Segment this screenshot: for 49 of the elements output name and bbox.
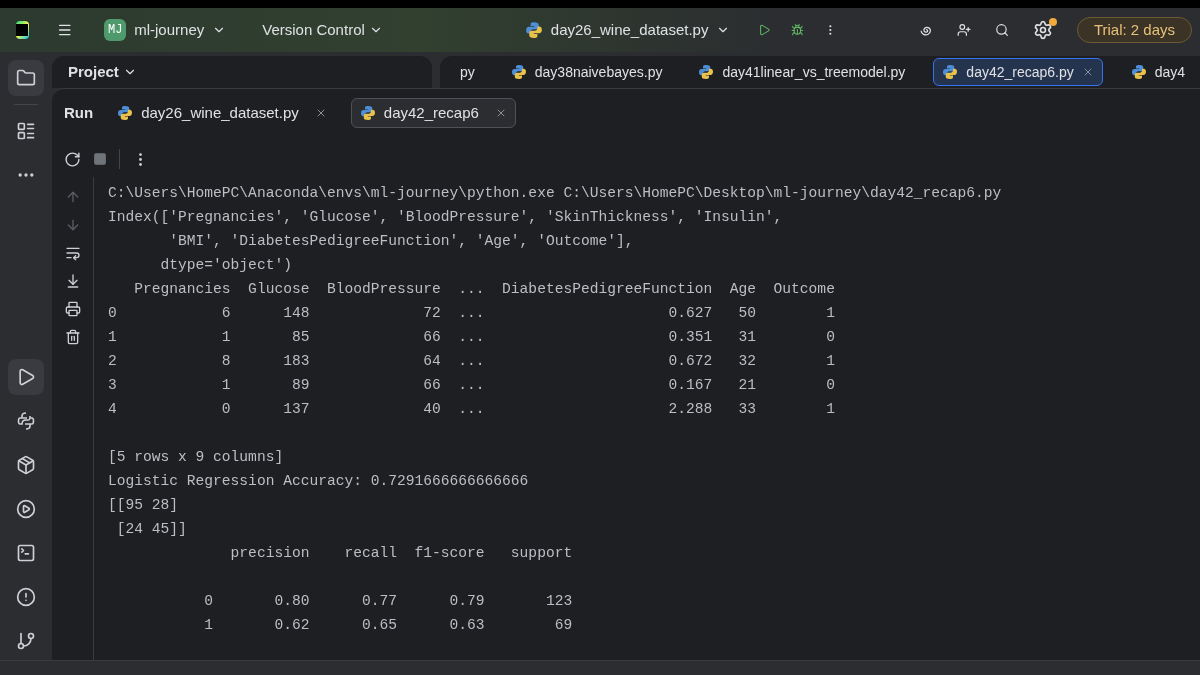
project-panel-header[interactable]: Project	[52, 56, 432, 88]
run-configuration[interactable]: day26_wine_dataset.py	[524, 18, 731, 42]
editor-tab[interactable]: day42_recap6.py	[933, 58, 1103, 86]
run-icon[interactable]	[8, 359, 44, 395]
console-line: Logistic Regression Accuracy: 0.7291666666666666	[108, 472, 529, 491]
settings-icon[interactable]	[1032, 20, 1053, 40]
console-line: 2 8 183 64 ... 0.672 32 1	[108, 352, 835, 371]
run-tab[interactable]: day42_recap6	[350, 98, 516, 128]
run-panel-title: Run	[64, 102, 94, 123]
python-icon	[359, 105, 376, 121]
console-line: [[95 28]	[108, 496, 179, 515]
version-control-menu[interactable]: Version Control	[262, 18, 383, 42]
console-line: 0 0.80 0.77 0.79 123	[203, 592, 573, 611]
stop-icon[interactable]	[93, 152, 107, 166]
project-switcher[interactable]: MJ ml-journey	[104, 18, 227, 42]
editor-tab[interactable]: day38naivebayes.py	[502, 58, 671, 86]
console-line: [5 rows x 9 columns]	[108, 448, 284, 467]
console-line: 1 1 85 66 ... 0.351 31 0	[108, 328, 835, 347]
python-icon	[942, 64, 959, 80]
app-logo-icon[interactable]	[16, 21, 29, 39]
python-icon	[524, 21, 543, 39]
python-icon	[698, 64, 715, 80]
editor-tab[interactable]: py	[452, 58, 483, 86]
python-icon	[510, 64, 527, 80]
console-line: precision recall f1-score support	[229, 544, 573, 563]
python-icon	[117, 105, 134, 121]
panel-title: Project	[68, 61, 119, 82]
folder-icon[interactable]	[8, 60, 44, 96]
editor-tab[interactable]: day4	[1122, 58, 1194, 86]
console-line: Pregnancies Glucose BloodPressure ... DiabetesPedigreeFunction Age Outcome	[133, 280, 835, 299]
trash-icon[interactable]	[64, 329, 81, 345]
console-line: 'BMI', 'DiabetesPedigreeFunction', 'Age', 'Outcome'],	[168, 232, 634, 251]
trial-badge[interactable]: Trial: 2 days	[1076, 17, 1192, 43]
console-line: Index(['Pregnancies', 'Glucose', 'BloodPressure', 'SkinThickness', 'Insulin',	[108, 208, 783, 227]
console-line: 0 6 148 72 ... 0.627 50 1	[108, 304, 835, 323]
console-line: dtype='object')	[159, 256, 292, 275]
soft-wrap-icon[interactable]	[64, 245, 81, 261]
print-icon[interactable]	[64, 301, 81, 317]
python-icon	[1130, 64, 1147, 80]
console-line: 3 1 89 66 ... 0.167 21 0	[108, 376, 835, 395]
console-line: [24 45]]	[115, 520, 187, 539]
editor-tab[interactable]: day41linear_vs_treemodel.py	[690, 58, 914, 86]
console-line: 4 0 137 40 ... 2.288 33 1	[108, 400, 835, 419]
console-line: 1 0.62 0.65 0.63 69	[203, 616, 573, 635]
console-line: C:\Users\HomePC\Anaconda\envs\ml-journey\python.exe C:\Users\HomePC\Desktop\ml-journey\day42_recap6.py	[108, 184, 1002, 203]
project-avatar: MJ	[104, 19, 127, 41]
project-name: ml-journey	[134, 19, 205, 40]
run-tab[interactable]: day26_wine_dataset.py	[109, 98, 335, 128]
rerun-icon[interactable]	[64, 150, 81, 168]
